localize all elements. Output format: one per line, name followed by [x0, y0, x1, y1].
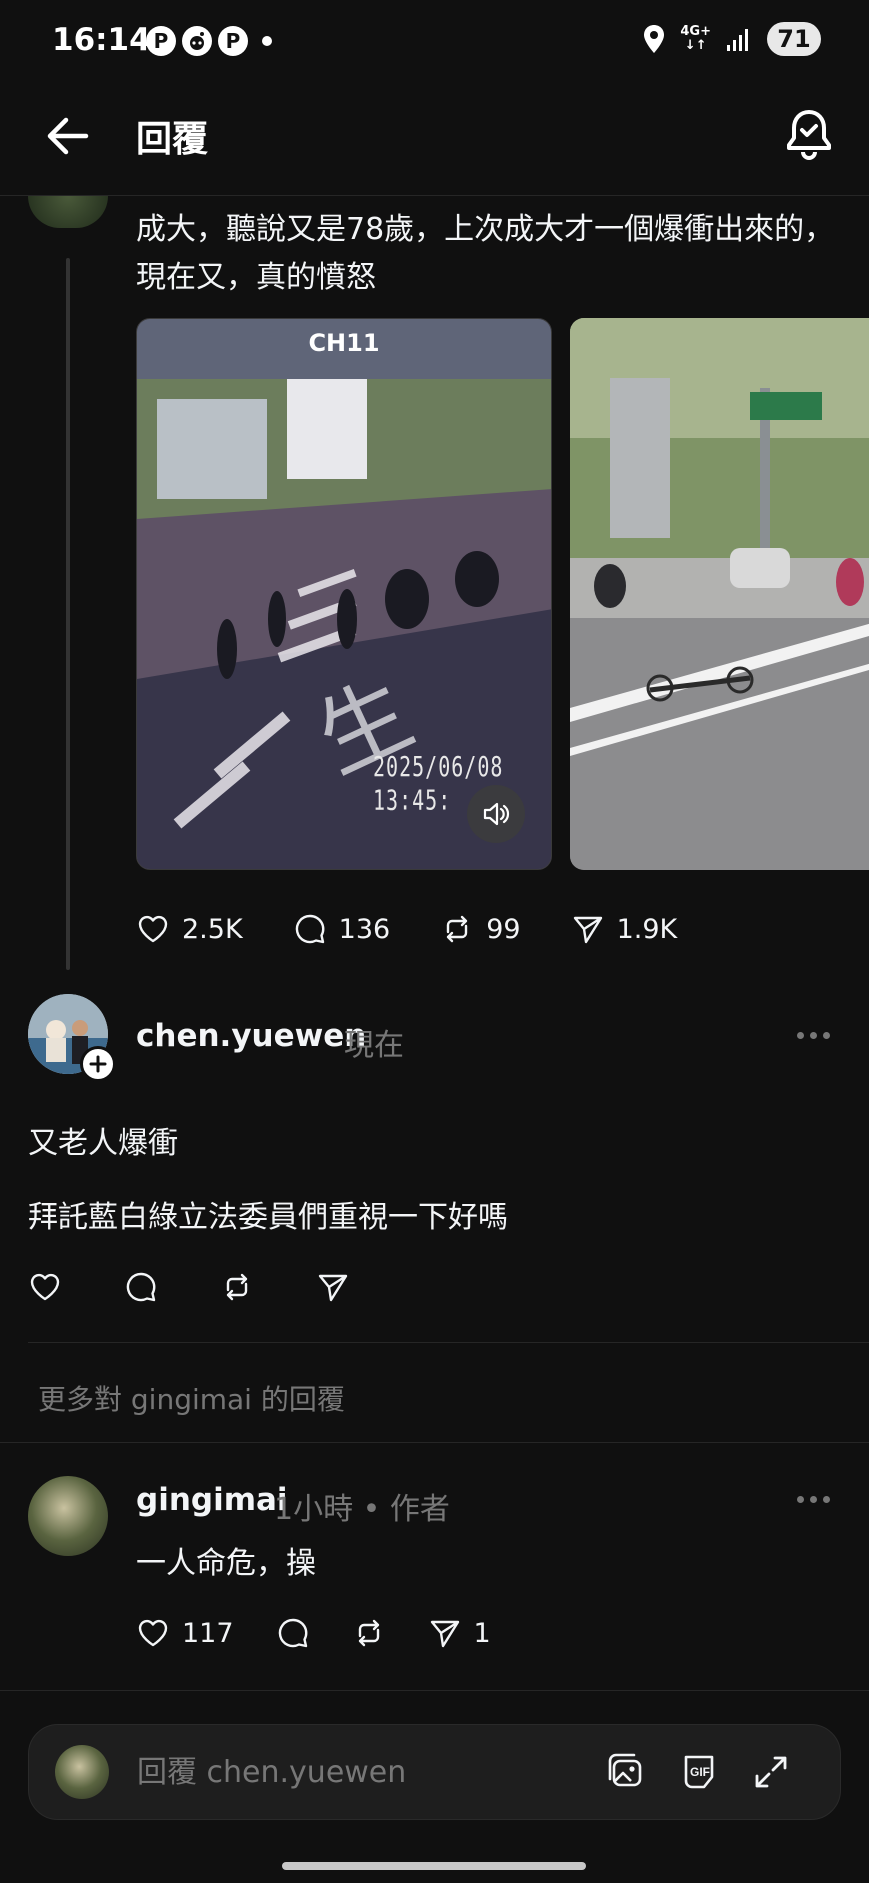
thread-line: [66, 258, 70, 970]
parent-post-text: 成大，聽說又是78歲，上次成大才一個爆衝出來的，現在又，真的憤怒: [136, 212, 835, 295]
comment-button[interactable]: [276, 1616, 310, 1650]
send-icon: [430, 1620, 459, 1648]
more-dot-icon: [796, 1031, 804, 1039]
reply-timestamp: 現在: [344, 1028, 404, 1063]
share-button[interactable]: 1.9K: [571, 912, 678, 946]
comment-count: 136: [338, 913, 391, 945]
author-reply-actions: 117 1: [136, 1616, 533, 1650]
network-type: 4G+ ↓↑: [680, 24, 711, 53]
composer-tools: GIF: [604, 1749, 794, 1795]
more-dot-icon: [809, 1031, 817, 1039]
share-button[interactable]: 1: [428, 1616, 491, 1650]
share-count: 1.9K: [616, 913, 678, 945]
street-photo-image: [570, 318, 869, 870]
video-thumbnail[interactable]: 生 CH11 2025/06/08 13:45:: [136, 318, 552, 870]
more-replies-link[interactable]: 更多對 gingimai 的回覆: [38, 1378, 345, 1418]
bell-check-icon: [787, 110, 831, 160]
repost-icon: [447, 915, 468, 943]
reply-text-line: 拜託藍白綠立法委員們重視一下好嗎: [28, 1200, 508, 1235]
send-icon: [573, 916, 602, 944]
plus-icon: [89, 1055, 107, 1073]
reply-input[interactable]: [137, 1747, 517, 1797]
more-notifications-dot-icon: [262, 36, 272, 46]
gif-label: GIF: [690, 1765, 710, 1779]
more-dot-icon: [822, 1031, 830, 1039]
repost-count: 99: [486, 913, 521, 945]
arrow-left-icon: [47, 117, 89, 155]
page-title: 回覆: [136, 119, 209, 160]
author-reply-text: 一人命危，操: [136, 1546, 316, 1581]
like-count: 2.5K: [182, 913, 243, 945]
author-username[interactable]: gingimai: [136, 1482, 288, 1518]
gallery-icon: [608, 1753, 642, 1787]
more-dot-icon: [796, 1495, 804, 1503]
photo-thumbnail[interactable]: [570, 318, 869, 870]
like-button[interactable]: 117: [136, 1616, 234, 1650]
reddit-icon: [182, 26, 212, 56]
attach-media-button[interactable]: [604, 1749, 650, 1795]
reply-actions: [28, 1270, 350, 1304]
parent-post-actions: 2.5K 136 99 1.9K: [136, 912, 727, 946]
like-button[interactable]: 2.5K: [136, 912, 243, 946]
gif-icon: GIF: [684, 1755, 714, 1789]
status-time: 16:14: [52, 22, 151, 58]
repost-icon[interactable]: [220, 1270, 254, 1304]
notify-button[interactable]: [779, 106, 839, 166]
share-count: 1: [473, 1617, 491, 1649]
comment-icon: [278, 1618, 307, 1648]
repost-icon: [358, 1619, 379, 1647]
battery-indicator: 71: [767, 22, 821, 56]
divider: [28, 1342, 869, 1343]
reply-text-line: 又老人爆衝: [28, 1126, 178, 1161]
author-avatar[interactable]: [28, 1476, 108, 1556]
parent-avatar[interactable]: [28, 196, 108, 228]
repost-button[interactable]: [352, 1616, 386, 1650]
parking-app-icon: P: [146, 26, 176, 56]
reply-more-button[interactable]: [793, 1022, 833, 1048]
signal-icon: [727, 29, 748, 51]
repost-button[interactable]: 99: [440, 912, 521, 946]
divider: [0, 1442, 869, 1443]
send-icon[interactable]: [316, 1270, 350, 1304]
divider: [0, 1690, 869, 1691]
like-count: 117: [182, 1617, 234, 1649]
heart-icon[interactable]: [28, 1270, 62, 1304]
system-icons: 4G+ ↓↑ 71: [642, 22, 821, 56]
comment-button[interactable]: 136: [293, 912, 391, 946]
heart-icon: [138, 915, 168, 943]
home-indicator[interactable]: [282, 1862, 586, 1870]
follow-button[interactable]: [80, 1046, 116, 1082]
camera-timestamp: 2025/06/08 13:45:: [373, 749, 504, 817]
status-bar: 16:14 P P 4G+ ↓↑ 71: [0, 0, 869, 84]
composer-avatar: [55, 1745, 109, 1799]
top-app-bar: 回覆: [0, 84, 869, 196]
comment-icon[interactable]: [124, 1270, 158, 1304]
camera-label: CH11: [137, 319, 551, 379]
reply-composer: GIF: [28, 1724, 841, 1820]
expand-button[interactable]: [748, 1749, 794, 1795]
parking-app-icon-2: P: [218, 26, 248, 56]
author-meta: 1小時 • 作者: [274, 1492, 450, 1527]
author-more-button[interactable]: [793, 1486, 833, 1512]
comment-icon: [295, 914, 325, 944]
notification-icons: P P: [146, 26, 272, 56]
media-carousel[interactable]: 生 CH11 2025/06/08 13:45:: [136, 318, 869, 870]
reply-username[interactable]: chen.yuewen: [136, 1018, 366, 1054]
speaker-icon: [483, 802, 510, 826]
location-icon: [644, 25, 665, 53]
more-dot-icon: [822, 1495, 830, 1503]
heart-icon: [138, 1619, 168, 1647]
back-button[interactable]: [40, 108, 96, 164]
expand-icon: [755, 1756, 787, 1788]
more-dot-icon: [809, 1495, 817, 1503]
gif-button[interactable]: GIF: [676, 1749, 722, 1795]
mute-button[interactable]: [467, 785, 525, 843]
